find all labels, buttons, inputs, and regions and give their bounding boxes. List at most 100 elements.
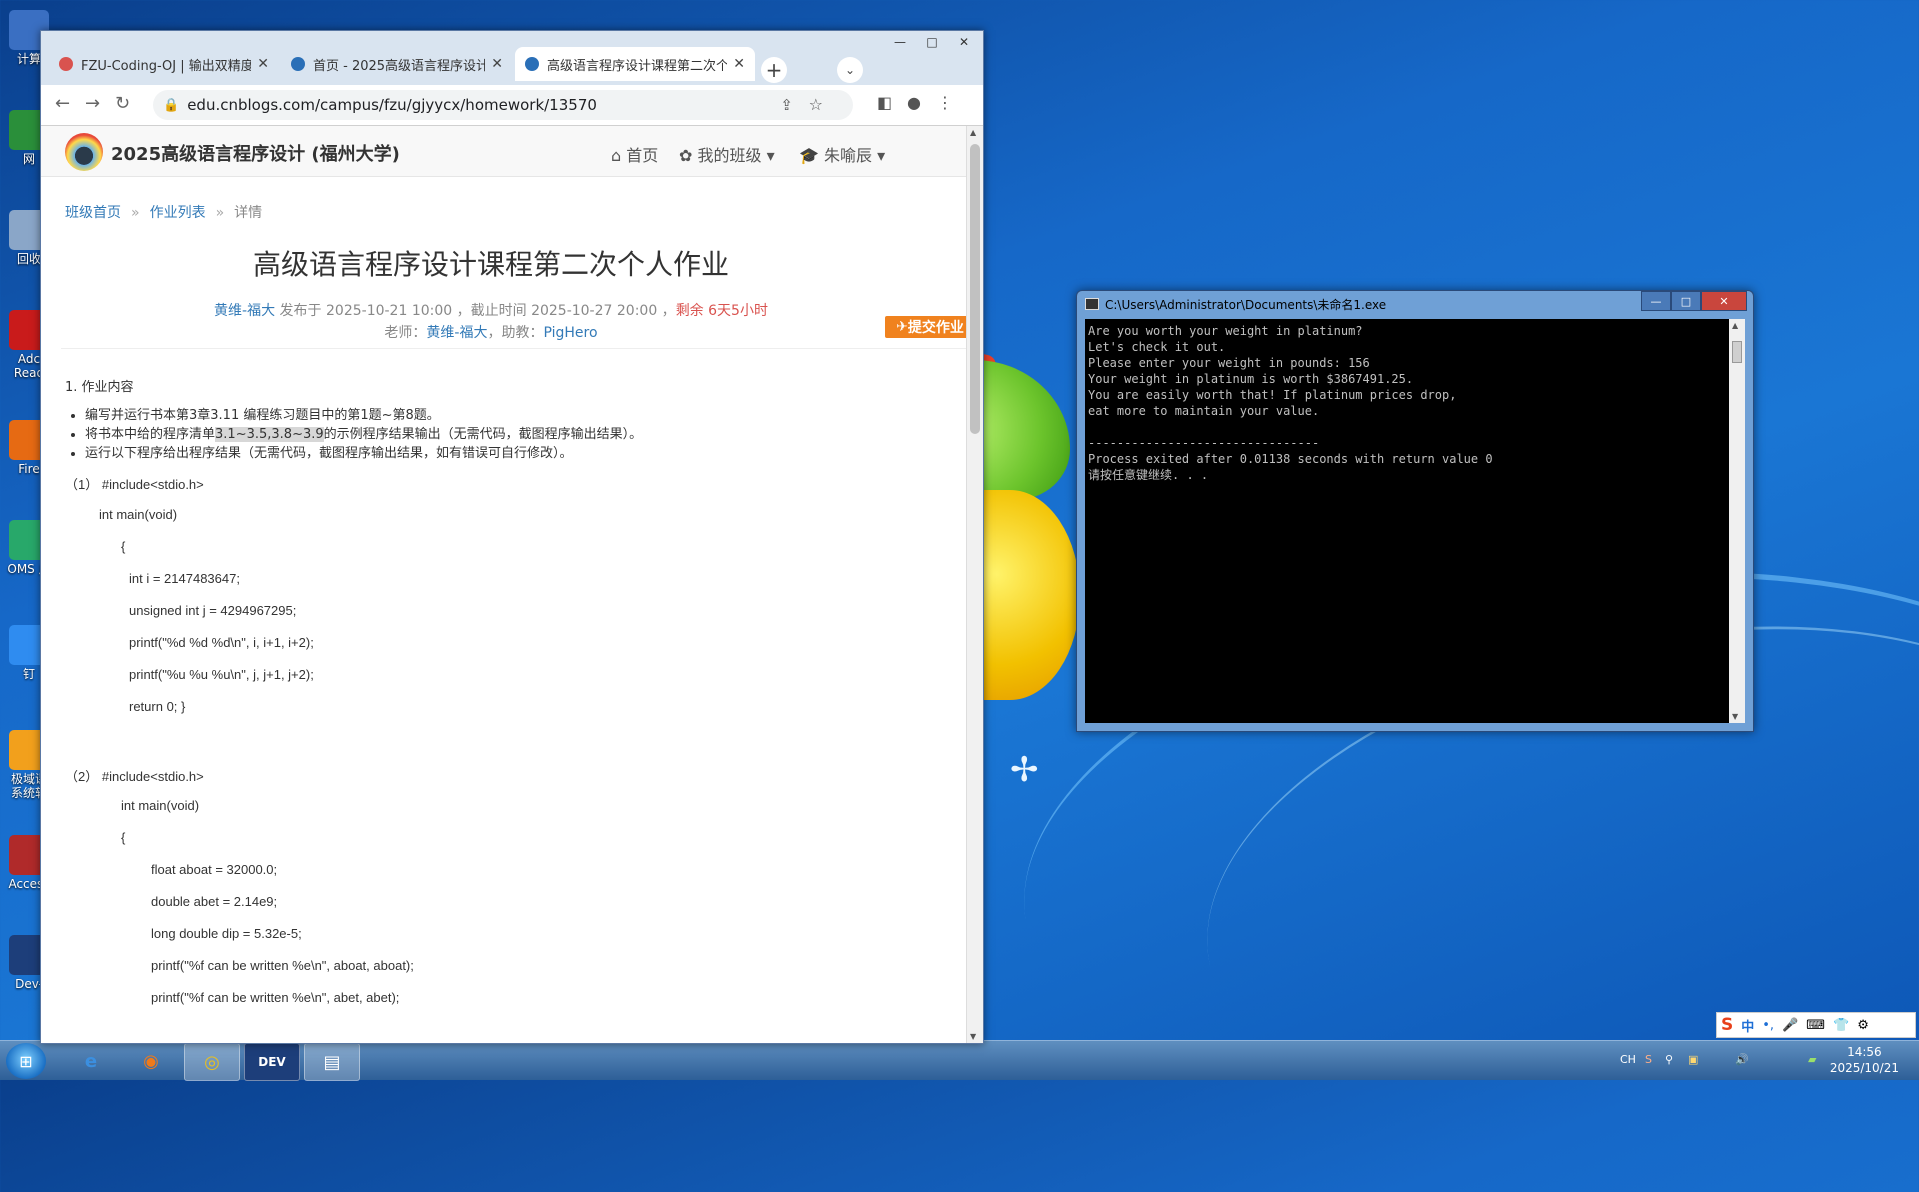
send-icon: ✈	[896, 319, 908, 335]
section-heading: 1. 作业内容	[65, 380, 134, 395]
page-scrollbar[interactable]: ▲ ▼	[966, 126, 983, 1043]
clock-date: 2025/10/21	[1829, 1061, 1899, 1075]
scrollbar-thumb[interactable]	[970, 144, 980, 434]
lock-icon[interactable]: 🔒	[163, 98, 179, 113]
side-panel-icon[interactable]: ◧	[877, 93, 892, 112]
code-line: double abet = 2.14e9;	[151, 894, 278, 909]
site-title[interactable]: 2025高级语言程序设计 (福州大学)	[111, 140, 400, 166]
bookmark-star-icon[interactable]: ☆	[809, 95, 823, 114]
console-output[interactable]: Are you worth your weight in platinum? Le…	[1085, 319, 1729, 723]
close-icon[interactable]: ✕	[491, 56, 503, 72]
tab-homework[interactable]: 高级语言程序设计课程第二次个 ✕	[515, 47, 755, 81]
console-icon	[1085, 298, 1099, 310]
reload-icon[interactable]: ↻	[115, 93, 130, 114]
submit-homework-button[interactable]: ✈ 提交作业	[885, 316, 967, 338]
tab-favicon	[525, 57, 539, 71]
tab-homepage[interactable]: 首页 - 2025高级语言程序设计 ✕	[281, 47, 513, 81]
mic-icon[interactable]: 🎤	[1782, 1018, 1798, 1033]
code-line: float aboat = 32000.0;	[151, 862, 278, 877]
new-tab-button[interactable]: +	[761, 57, 787, 83]
console-line: Let's check it out.	[1088, 340, 1226, 354]
nvidia-tray-icon[interactable]: ▰	[1808, 1053, 1816, 1066]
code-line: unsigned int j = 4294967295;	[129, 603, 297, 618]
volume-icon[interactable]: 🔊	[1735, 1053, 1749, 1066]
address-bar[interactable]: 🔒 edu.cnblogs.com/campus/fzu/gjyycx/home…	[153, 90, 853, 120]
minimize-icon[interactable]: —	[1641, 291, 1671, 311]
firefox-taskbar-icon[interactable]: ◉	[124, 1043, 178, 1079]
settings-icon[interactable]: ⚙	[1857, 1018, 1869, 1033]
code-line: long double dip = 5.32e-5;	[151, 926, 302, 941]
menu-icon[interactable]: ⋮	[937, 93, 953, 112]
ime-toolbar[interactable]: S 中 •, 🎤 ⌨ 👕 ⚙	[1716, 1012, 1916, 1038]
console-window[interactable]: C:\Users\Administrator\Documents\未命名1.ex…	[1076, 290, 1754, 732]
url-text: edu.cnblogs.com/campus/fzu/gjyycx/homewo…	[187, 96, 597, 114]
breadcrumb-homework-list[interactable]: 作业列表	[150, 205, 206, 221]
code-line: printf("%f can be written %e\n", aboat, …	[151, 958, 414, 973]
punct-icon[interactable]: •,	[1762, 1018, 1774, 1033]
console-taskbar-icon[interactable]: ▤	[304, 1043, 360, 1081]
assistant-link[interactable]: PigHero	[543, 325, 597, 341]
breadcrumb-current: 详情	[234, 205, 263, 221]
forward-icon[interactable]: →	[85, 93, 100, 114]
share-icon[interactable]: ⇪	[780, 96, 793, 114]
code-line: printf("%u %u %u\n", j, j+1, j+2);	[129, 667, 314, 682]
list-item: 将书本中给的程序清单3.1~3.5,3.8~3.9的示例程序结果输出（无需代码，…	[85, 425, 642, 444]
homework-meta: 黄维-福大 发布于 2025-10-21 10:00 ，截止时间 2025-10…	[214, 303, 768, 319]
console-line: --------------------------------	[1088, 436, 1320, 450]
start-button[interactable]: ⊞	[6, 1043, 46, 1079]
tab-search-icon[interactable]: ⌄	[837, 57, 863, 83]
ime-mode-label[interactable]: 中	[1741, 1016, 1754, 1035]
teacher-link[interactable]: 黄维-福大	[426, 325, 487, 341]
skin-icon[interactable]: 👕	[1833, 1018, 1849, 1033]
code-line: {	[121, 539, 126, 554]
console-line: You are easily worth that! If platinum p…	[1088, 388, 1457, 402]
flower-decoration: ✢	[1010, 750, 1039, 790]
console-line: eat more to maintain your value.	[1088, 404, 1320, 418]
tab-favicon	[291, 57, 305, 71]
page-viewport[interactable]: 2025高级语言程序设计 (福州大学) ⌂ 首页 ✿ 我的班级 ▾ 🎓 朱喻辰 …	[41, 126, 967, 1043]
close-icon[interactable]: ✕	[257, 56, 269, 72]
author-link[interactable]: 黄维-福大	[214, 303, 275, 319]
code-line: int main(void)	[99, 507, 178, 522]
tab-strip: FZU-Coding-OJ | 输出双精度 ✕ 首页 - 2025高级语言程序设…	[41, 43, 983, 85]
back-icon[interactable]: ←	[55, 93, 70, 114]
console-scrollbar[interactable]: ▲ ▼	[1729, 319, 1745, 723]
site-header: 2025高级语言程序设计 (福州大学) ⌂ 首页 ✿ 我的班级 ▾ 🎓 朱喻辰 …	[41, 126, 967, 177]
network-tray-icon[interactable]: ⚲	[1665, 1053, 1673, 1066]
console-line: Please enter your weight in pounds: 156	[1088, 356, 1370, 370]
chrome-taskbar-icon[interactable]: ◎	[184, 1043, 240, 1081]
site-logo[interactable]	[65, 133, 103, 171]
breadcrumb: 班级首页» 作业列表» 详情	[65, 205, 263, 221]
app-tray-icon[interactable]: ▣	[1688, 1053, 1698, 1066]
browser-window[interactable]: — □ ✕ FZU-Coding-OJ | 输出双精度 ✕ 首页 - 2025高…	[40, 30, 984, 1044]
code-line: （1） #include<stdio.h>	[65, 477, 204, 492]
sogou-tray-icon[interactable]: S	[1645, 1053, 1652, 1066]
breadcrumb-class-home[interactable]: 班级首页	[65, 205, 121, 221]
nav-home[interactable]: ⌂ 首页	[611, 142, 658, 166]
console-line: Your weight in platinum is worth $386749…	[1088, 372, 1414, 386]
profile-avatar[interactable]: ●	[907, 93, 921, 112]
keyboard-icon[interactable]: ⌨	[1806, 1018, 1825, 1033]
clock[interactable]: 14:56 2025/10/21	[1830, 1044, 1899, 1076]
sogou-icon[interactable]: S	[1721, 1015, 1733, 1035]
code-line: （2） #include<stdio.h>	[65, 769, 204, 784]
nav-user[interactable]: 🎓 朱喻辰 ▾	[799, 142, 885, 166]
close-icon[interactable]: ✕	[1701, 291, 1747, 311]
lang-indicator[interactable]: CH	[1620, 1053, 1636, 1066]
code-line: int i = 2147483647;	[129, 571, 240, 586]
staff-meta: 老师：黄维-福大，助教：PigHero	[384, 325, 598, 341]
clock-time: 14:56	[1847, 1045, 1882, 1059]
browser-toolbar: ← → ↻ 🔒 edu.cnblogs.com/campus/fzu/gjyyc…	[41, 85, 983, 126]
devcpp-taskbar-icon[interactable]: DEV	[244, 1043, 300, 1081]
close-icon[interactable]: ✕	[733, 56, 745, 72]
ie-taskbar-icon[interactable]: e	[64, 1043, 118, 1079]
code-line: printf("%d %d %d\n", i, i+1, i+2);	[129, 635, 314, 650]
maximize-icon[interactable]: □	[1671, 291, 1701, 311]
nav-my-class[interactable]: ✿ 我的班级 ▾	[679, 142, 775, 166]
requirements-list: 编写并运行书本第3章3.11 编程练习题目中的第1题~第8题。 将书本中给的程序…	[65, 406, 642, 463]
console-line: Are you worth your weight in platinum?	[1088, 324, 1363, 338]
console-title: C:\Users\Administrator\Documents\未命名1.ex…	[1105, 298, 1387, 312]
tab-oj[interactable]: FZU-Coding-OJ | 输出双精度 ✕	[49, 47, 279, 81]
code-line: int main(void)	[121, 798, 200, 813]
